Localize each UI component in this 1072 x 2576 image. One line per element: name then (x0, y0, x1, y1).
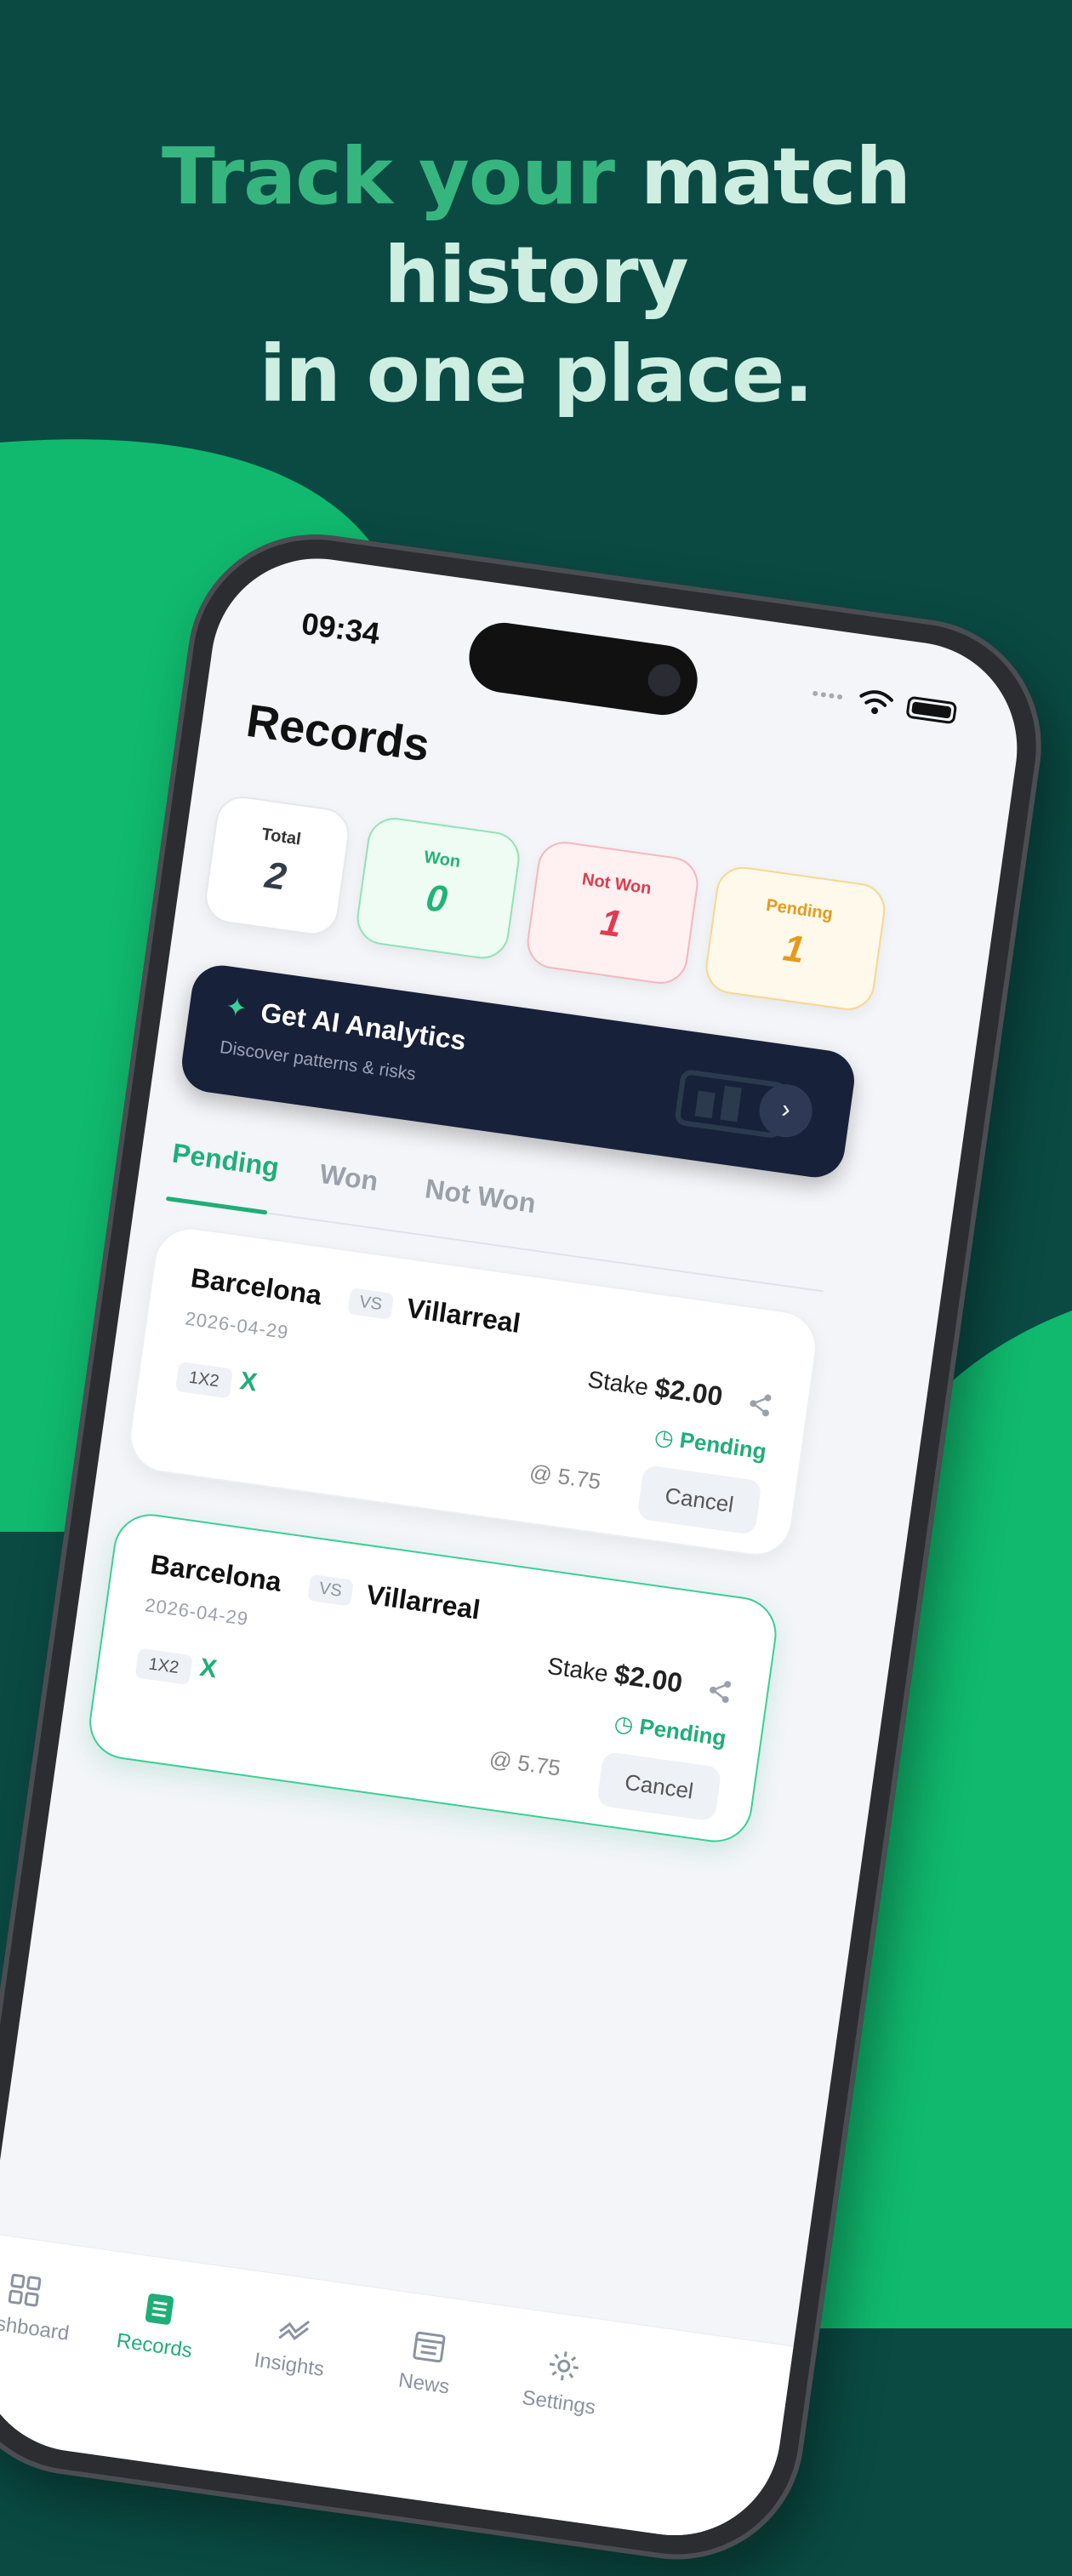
away-team: Villarreal (364, 1579, 482, 1625)
battery-icon (905, 695, 958, 725)
match-date: 2026-04-29 (184, 1307, 290, 1344)
status-badge: ◷ Pending (613, 1710, 728, 1751)
page-title: Records (243, 694, 433, 772)
tabbar-item-records[interactable]: Records (85, 2282, 229, 2368)
stat-pending: Pending 1 (702, 863, 889, 1014)
stat-not-won: Not Won 1 (523, 838, 702, 988)
marketing-headline: Track your match history in one place. (0, 128, 1072, 424)
stake-amount: Stake $2.00 (545, 1649, 685, 1699)
tabbar-label: Records (115, 2328, 194, 2363)
tab-pending[interactable]: Pending (170, 1138, 281, 1184)
status-badge: ◷ Pending (653, 1423, 768, 1465)
tabbar-item-dashboard[interactable]: Dashboard (0, 2264, 94, 2349)
stat-value: 2 (262, 854, 289, 899)
home-team: Barcelona (148, 1548, 284, 1597)
share-icon[interactable] (705, 1676, 734, 1705)
share-icon[interactable] (745, 1390, 774, 1419)
cancel-button[interactable]: Cancel (596, 1751, 722, 1822)
clock-icon: ◷ (653, 1423, 682, 1453)
tabbar-item-news[interactable]: News (355, 2321, 499, 2406)
vs-badge: VS (347, 1288, 394, 1320)
stake-value: $2.00 (653, 1372, 725, 1412)
match-date: 2026-04-29 (143, 1594, 250, 1630)
market-badge: 1X2 (174, 1361, 233, 1399)
news-icon (413, 2331, 446, 2363)
vs-badge: VS (307, 1574, 354, 1607)
home-team: Barcelona (189, 1261, 324, 1311)
tabbar-item-settings[interactable]: Settings (490, 2339, 634, 2425)
headline-line2: in one place. (259, 328, 814, 420)
away-team: Villarreal (404, 1292, 522, 1339)
odds-value: @ 5.75 (527, 1459, 603, 1495)
pick-value: X (237, 1367, 259, 1397)
stat-value: 0 (423, 877, 450, 922)
stake-amount: Stake $2.00 (586, 1362, 725, 1413)
tabbar-item-insights[interactable]: Insights (220, 2302, 364, 2387)
status-text: Pending (678, 1426, 768, 1465)
tabbar-label: Dashboard (0, 2308, 71, 2345)
market-badge: 1X2 (134, 1648, 193, 1686)
record-card[interactable]: Barcelona VS Villarreal 2026-04-29 1X2 X… (84, 1509, 782, 1848)
tab-not-won[interactable]: Not Won (423, 1173, 538, 1219)
dynamic-island (465, 618, 702, 720)
stat-total: Total 2 (202, 792, 353, 939)
tab-won[interactable]: Won (317, 1158, 380, 1197)
status-text: Pending (637, 1713, 728, 1751)
stat-won: Won 0 (353, 814, 523, 962)
odds-value: @ 5.75 (488, 1745, 562, 1781)
tabbar-label: News (396, 2368, 451, 2399)
stake-label: Stake (585, 1366, 651, 1401)
wifi-icon (859, 690, 893, 715)
list-icon (145, 2293, 174, 2325)
pick-value: X (197, 1653, 220, 1684)
camera-icon (646, 661, 683, 699)
status-icons: •••• (810, 681, 958, 726)
grid-icon (8, 2273, 42, 2307)
clock-icon: ◷ (613, 1710, 641, 1739)
stake-label: Stake (545, 1652, 610, 1688)
tabbar-label: Insights (253, 2348, 326, 2381)
tabbar-label: Settings (520, 2385, 597, 2419)
tab-indicator (165, 1196, 268, 1215)
stake-value: $2.00 (613, 1658, 685, 1699)
status-time: 09:34 (299, 605, 382, 652)
signal-icon: •••• (810, 682, 847, 708)
gear-icon (549, 2351, 579, 2381)
bottom-tab-bar: Dashboard Records Insights News Settings (0, 2232, 794, 2550)
cancel-button[interactable]: Cancel (636, 1465, 762, 1535)
headline-accent: Track your (162, 131, 615, 222)
sparkle-icon: ✦ (223, 992, 249, 1024)
